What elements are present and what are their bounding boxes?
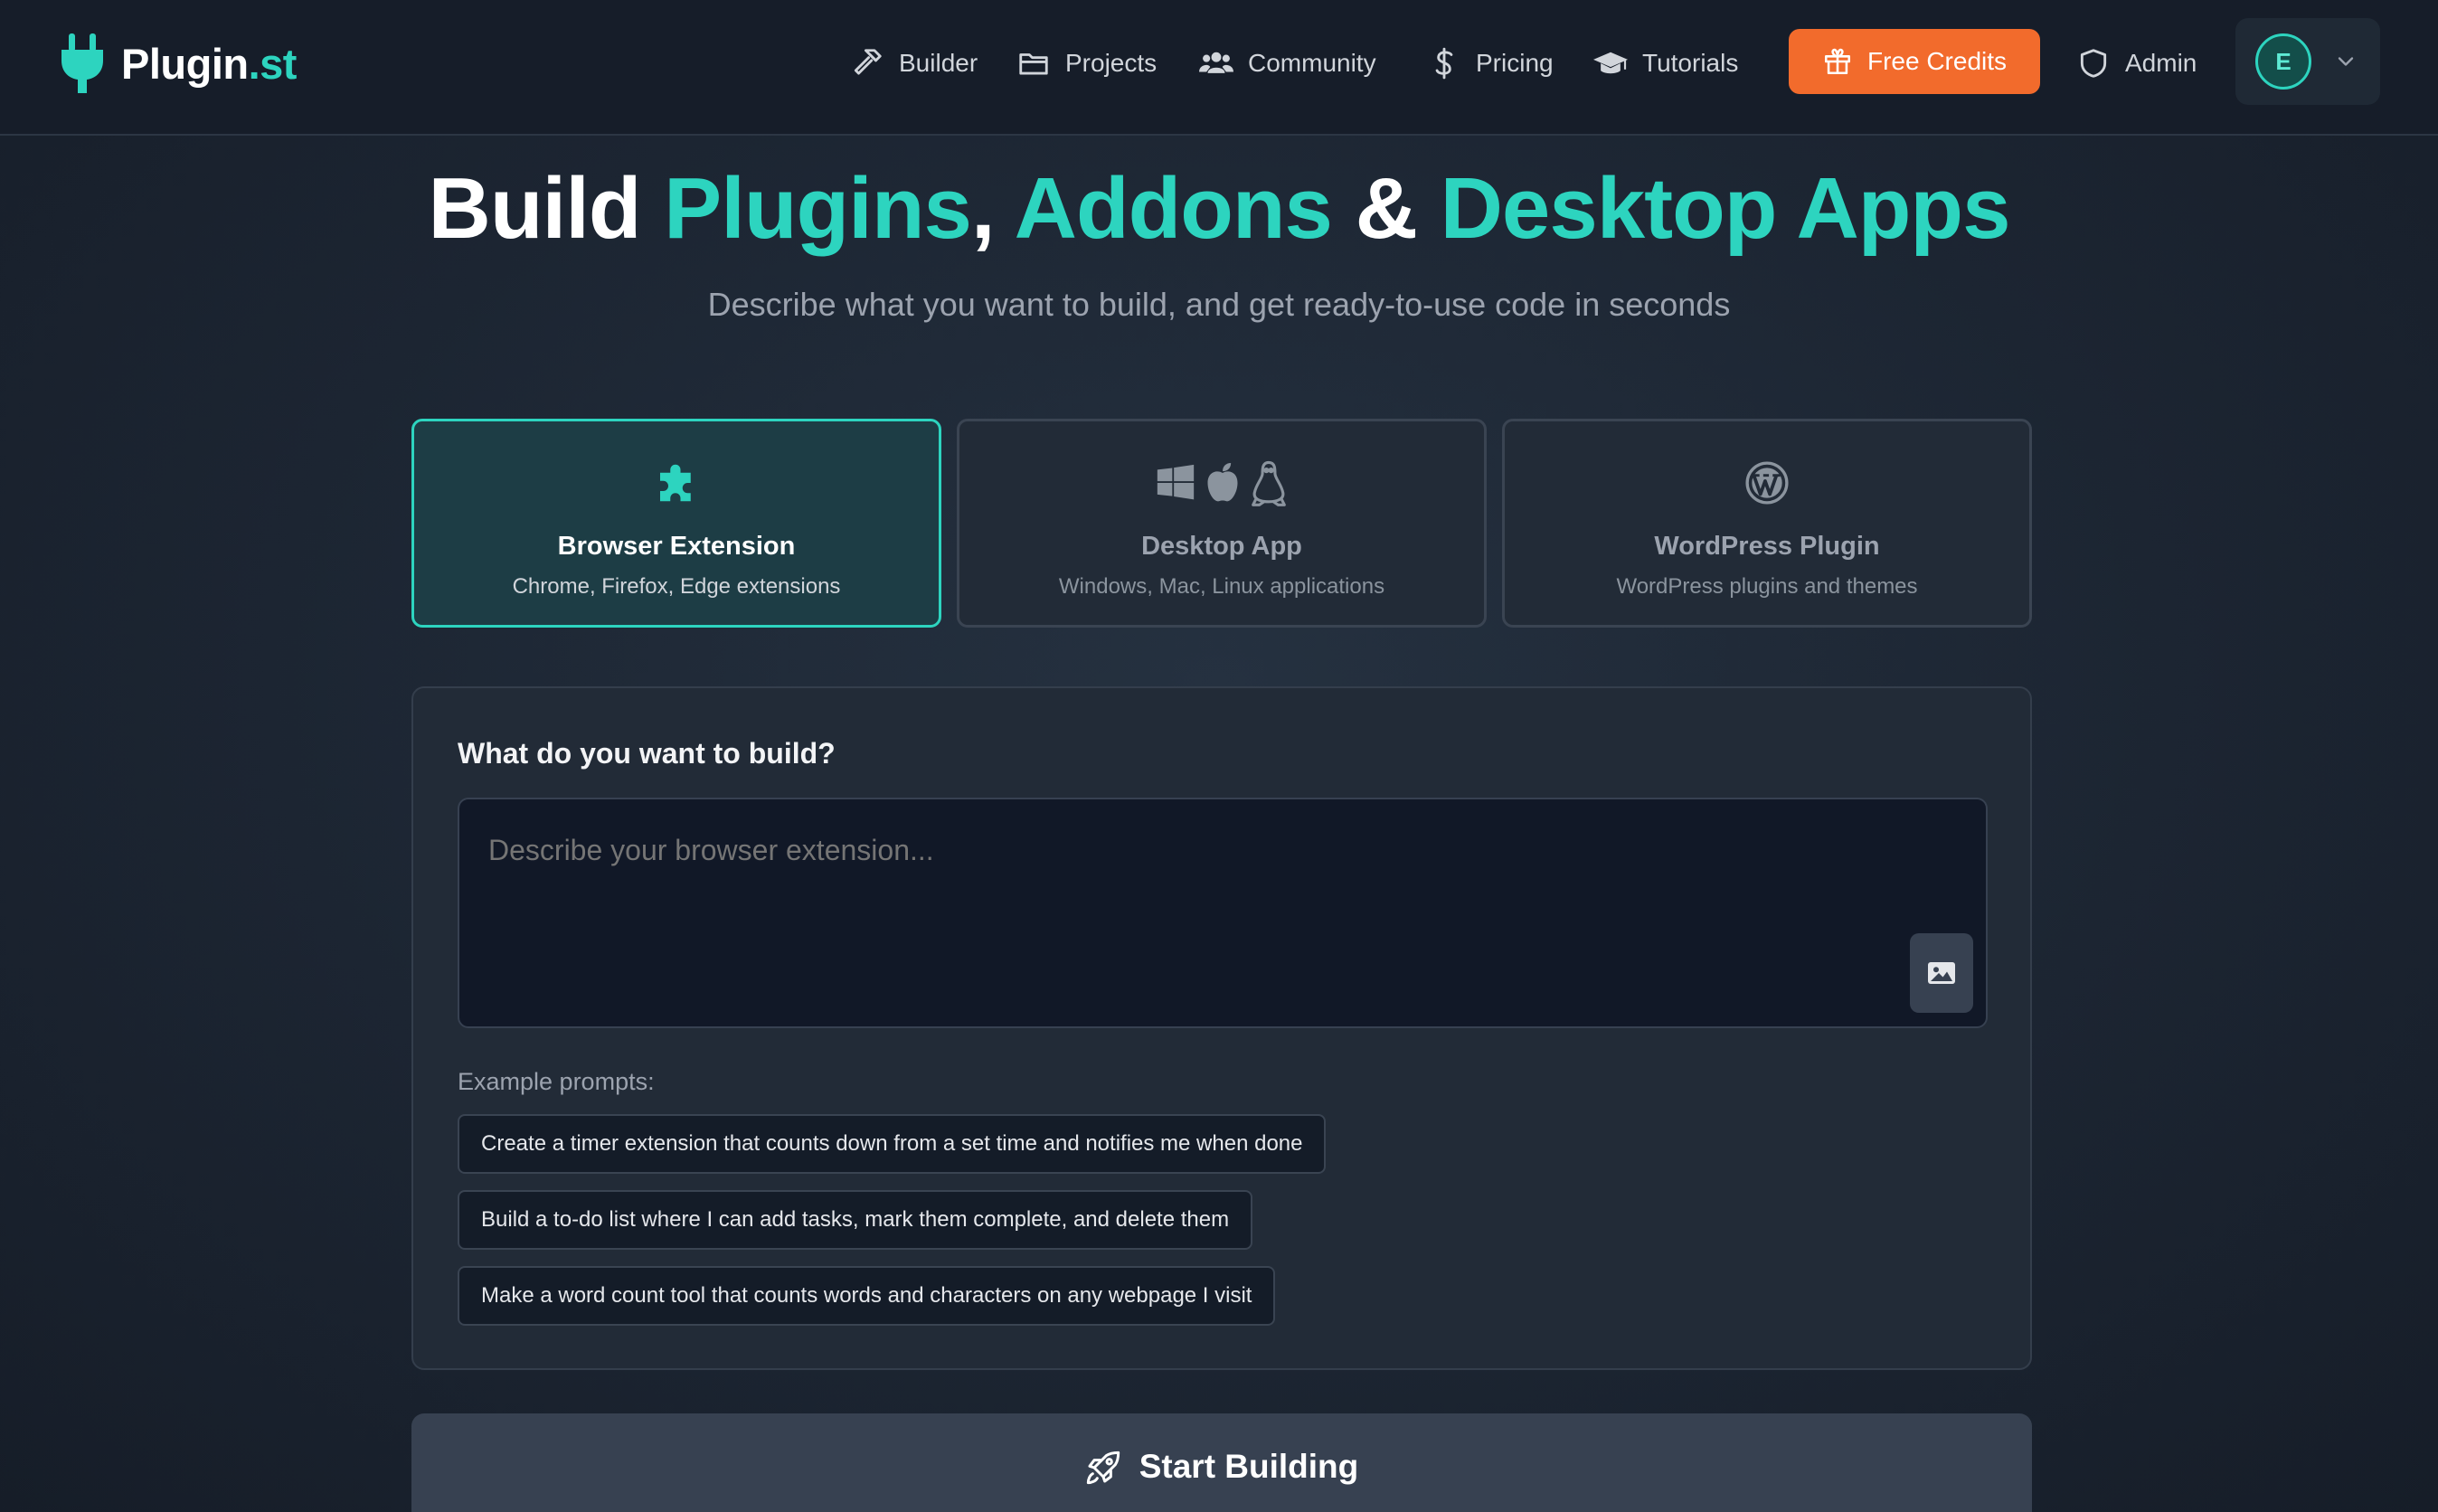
dollar-icon	[1435, 47, 1453, 80]
free-credits-button[interactable]: Free Credits	[1789, 29, 2040, 94]
linux-icon	[1252, 460, 1286, 506]
graduation-cap-icon	[1593, 52, 1628, 74]
windows-icon	[1157, 464, 1195, 500]
brand-name: Plugin.st	[121, 39, 297, 88]
type-card-description: Chrome, Firefox, Edge extensions	[512, 574, 841, 599]
nav-projects-label: Projects	[1065, 49, 1158, 77]
rocket-icon	[1086, 1451, 1120, 1485]
nav-builder-label: Builder	[899, 49, 978, 77]
nav-tutorials[interactable]: Tutorials	[1593, 36, 1738, 90]
avatar: E	[2255, 33, 2311, 90]
nav-community[interactable]: Community	[1199, 36, 1376, 90]
nav-admin[interactable]: Admin	[2076, 36, 2197, 90]
brand-logo[interactable]: Plugin.st	[60, 31, 297, 96]
nav-tutorials-label: Tutorials	[1642, 49, 1739, 77]
plug-icon	[61, 33, 103, 93]
type-card-wordpress-plugin[interactable]: WordPress Plugin WordPress plugins and t…	[1502, 419, 2032, 628]
prompt-input[interactable]	[488, 834, 1845, 867]
top-navbar: Plugin.st Builder Projects Community Pri…	[0, 0, 2438, 136]
folder-icon	[1019, 53, 1048, 75]
chevron-down-icon	[2338, 57, 2354, 66]
type-card-browser-extension[interactable]: Browser Extension Chrome, Firefox, Edge …	[411, 419, 941, 628]
free-credits-label: Free Credits	[1866, 47, 2008, 75]
attach-image-button[interactable]	[1910, 933, 1973, 1013]
type-card-description: WordPress plugins and themes	[1616, 574, 1918, 599]
image-icon	[1928, 962, 1955, 984]
prompt-panel: What do you want to build? Example promp…	[411, 686, 2032, 1370]
nav-projects[interactable]: Projects	[1016, 36, 1157, 90]
apple-icon	[1207, 463, 1238, 502]
wordpress-icon	[1745, 461, 1789, 505]
type-card-title: WordPress Plugin	[1654, 532, 1880, 561]
nav-builder[interactable]: Builder	[850, 36, 978, 90]
gift-icon	[1824, 48, 1850, 75]
prompt-textarea[interactable]	[458, 798, 1988, 1028]
example-prompt-chip[interactable]: Make a word count tool that counts words…	[458, 1266, 1276, 1326]
start-building-button[interactable]: Start Building	[411, 1413, 2032, 1512]
start-building-label: Start Building	[1139, 1448, 1359, 1485]
nav-pricing-label: Pricing	[1476, 49, 1554, 77]
type-card-title: Browser Extension	[557, 532, 796, 561]
users-icon	[1199, 52, 1233, 73]
example-prompts-label: Example prompts:	[458, 1068, 655, 1095]
page-subtitle: Describe what you want to build, and get…	[707, 286, 1731, 323]
example-prompt-chip[interactable]: Build a to-do list where I can add tasks…	[458, 1190, 1253, 1250]
example-prompt-chip[interactable]: Create a timer extension that counts dow…	[458, 1114, 1327, 1174]
type-card-title: Desktop App	[1141, 532, 1302, 561]
nav-admin-label: Admin	[2125, 49, 2197, 77]
nav-pricing[interactable]: Pricing	[1427, 36, 1554, 90]
page-title: Build Plugins, Addons & Desktop Apps	[428, 160, 2011, 257]
shield-icon	[2080, 49, 2107, 78]
prompt-label: What do you want to build?	[458, 737, 836, 770]
type-card-description: Windows, Mac, Linux applications	[1058, 574, 1385, 599]
nav-community-label: Community	[1248, 49, 1376, 77]
puzzle-piece-icon	[660, 464, 691, 502]
hammer-icon	[854, 49, 882, 75]
user-menu[interactable]: E	[2235, 18, 2380, 105]
type-card-desktop-app[interactable]: Desktop App Windows, Mac, Linux applicat…	[957, 419, 1487, 628]
